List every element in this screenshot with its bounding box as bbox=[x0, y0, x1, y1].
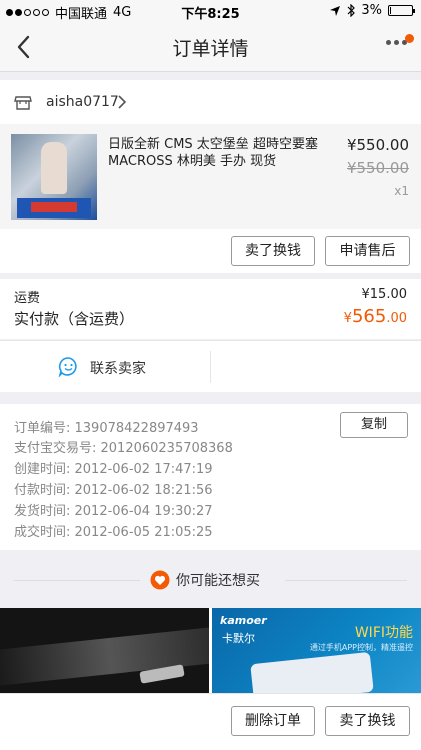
seller-row[interactable]: aisha0717 bbox=[0, 80, 421, 124]
shipping-value: ¥15.00 bbox=[361, 287, 408, 302]
product-image-shape bbox=[0, 624, 209, 688]
more-dot bbox=[394, 40, 399, 45]
paid-integer: 565 bbox=[351, 306, 387, 327]
delete-order-button[interactable]: 删除订单 bbox=[231, 706, 315, 736]
product-feature: WIFI功能 bbox=[354, 625, 413, 641]
location-arrow-icon bbox=[330, 5, 341, 16]
completed-time: 成交时间: 2012-06-05 21:05:25 bbox=[14, 525, 213, 540]
product-original-price: ¥550.00 bbox=[346, 159, 409, 177]
figure-shape bbox=[41, 142, 67, 194]
product-thumbnail bbox=[11, 134, 97, 220]
paid-time: 付款时间: 2012-06-02 18:21:56 bbox=[14, 483, 213, 498]
divider bbox=[210, 351, 211, 383]
recommend-header: 你可能还想买 bbox=[0, 552, 421, 608]
heart-icon bbox=[150, 570, 170, 590]
contact-seller-bar: 联系卖家 bbox=[0, 340, 421, 392]
paid-currency: ¥ bbox=[343, 311, 352, 326]
shipping-label: 运费 bbox=[14, 291, 41, 306]
sell-button[interactable]: 卖了换钱 bbox=[325, 706, 410, 736]
more-dot bbox=[386, 40, 391, 45]
bluetooth-icon bbox=[347, 4, 356, 17]
product-brand-cn: 卡默尔 bbox=[222, 632, 255, 645]
bottom-action-bar: 删除订单 卖了换钱 bbox=[0, 693, 421, 750]
battery-fill bbox=[390, 7, 391, 14]
order-number: 订单编号: 139078422897493 bbox=[14, 421, 199, 436]
more-dots-icon[interactable] bbox=[386, 40, 407, 45]
battery-icon bbox=[388, 5, 415, 16]
paid-amount: ¥565.00 bbox=[344, 306, 407, 327]
chevron-right-icon bbox=[118, 95, 127, 109]
recommend-label: 你可能还想买 bbox=[176, 573, 260, 589]
created-time: 创建时间: 2012-06-02 17:47:19 bbox=[14, 462, 213, 477]
after-sale-button[interactable]: 申请售后 bbox=[325, 236, 410, 266]
product-image-shape bbox=[250, 651, 374, 693]
contact-seller-button[interactable]: 联系卖家 bbox=[90, 358, 146, 378]
paid-decimal: .00 bbox=[386, 311, 407, 326]
divider-left bbox=[14, 580, 140, 581]
sell-button[interactable]: 卖了换钱 bbox=[231, 236, 315, 266]
recommended-product[interactable]: kamoer 卡默尔 WIFI功能 通过手机APP控制，精准遥控 bbox=[212, 608, 421, 693]
battery-percent: 3% bbox=[361, 3, 382, 18]
product-price: ¥550.00 bbox=[346, 136, 409, 154]
shipped-time: 发货时间: 2012-06-04 19:30:27 bbox=[14, 504, 213, 519]
box-shape bbox=[17, 198, 91, 218]
notification-badge bbox=[405, 34, 414, 43]
paid-label: 实付款（含运费） bbox=[14, 310, 135, 328]
chat-smile-icon[interactable] bbox=[58, 356, 79, 377]
divider-right bbox=[285, 580, 407, 581]
product-desc: 通过手机APP控制，精准遥控 bbox=[309, 643, 413, 652]
status-right: 3% bbox=[329, 3, 415, 18]
copy-button[interactable]: 复制 bbox=[340, 412, 408, 438]
alipay-trade-number: 支付宝交易号: 2012060235708368 bbox=[14, 441, 233, 456]
nav-bar: 订单详情 bbox=[0, 22, 421, 72]
item-actions: 卖了换钱 申请售后 bbox=[0, 229, 421, 273]
recommended-products: kamoer 卡默尔 WIFI功能 通过手机APP控制，精准遥控 bbox=[0, 608, 421, 693]
order-item[interactable]: 日版全新 CMS 太空堡垒 超時空要塞 MACROSS 林明美 手办 现货 ¥5… bbox=[0, 124, 421, 229]
product-quantity: x1 bbox=[394, 184, 409, 198]
page-title: 订单详情 bbox=[172, 38, 249, 60]
order-info: 订单编号: 139078422897493 复制 支付宝交易号: 2012060… bbox=[0, 404, 421, 550]
seller-name: aisha0717 bbox=[46, 94, 119, 110]
product-brand: kamoer bbox=[220, 614, 267, 627]
order-totals: 运费 ¥15.00 实付款（含运费） ¥565.00 bbox=[0, 279, 421, 339]
store-icon bbox=[14, 96, 32, 110]
status-bar: 中国联通 4G 下午8:25 3% bbox=[0, 0, 421, 22]
product-title: 日版全新 CMS 太空堡垒 超時空要塞 MACROSS 林明美 手办 现货 bbox=[108, 137, 318, 169]
recommended-product[interactable] bbox=[0, 608, 209, 693]
